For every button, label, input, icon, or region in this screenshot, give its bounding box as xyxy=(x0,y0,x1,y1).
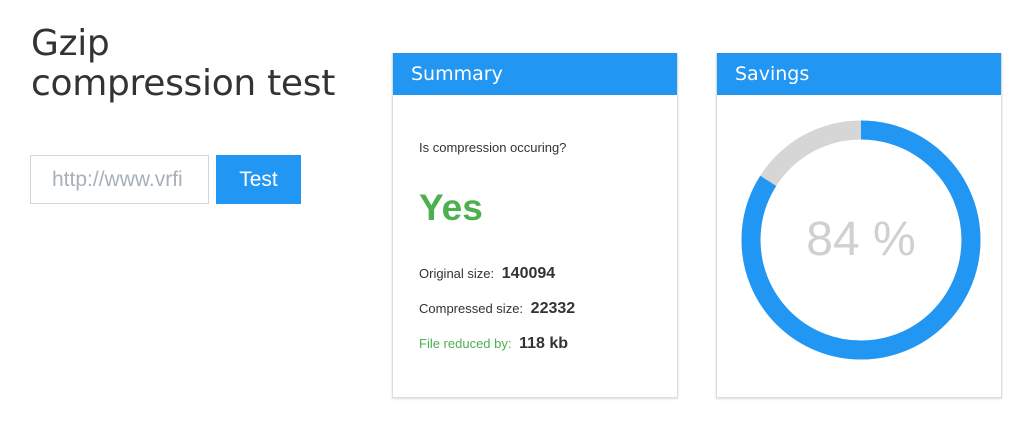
file-reduced-value: 118 kb xyxy=(519,335,569,352)
savings-percent: 84 % xyxy=(806,213,916,266)
compression-answer: Yes xyxy=(419,187,483,228)
summary-card: Summary Is compression occuring? Yes Ori… xyxy=(392,53,678,398)
url-input[interactable] xyxy=(30,155,209,204)
page: Gzip compression test Test Summary Is co… xyxy=(0,0,1017,427)
page-title: Gzip compression test xyxy=(31,24,335,104)
page-title-line2: compression test xyxy=(31,63,336,104)
original-size-value: 140094 xyxy=(501,265,556,282)
original-size-row: Original size: 140094 xyxy=(419,265,555,283)
test-button[interactable]: Test xyxy=(216,155,301,204)
page-title-line1: Gzip xyxy=(31,23,110,64)
compression-question: Is compression occuring? xyxy=(419,140,567,155)
summary-body: Is compression occuring? Yes Original si… xyxy=(393,95,677,398)
savings-card-header: Savings xyxy=(717,53,1001,95)
summary-card-header: Summary xyxy=(393,53,677,95)
file-reduced-label: File reduced by: xyxy=(419,336,512,351)
original-size-label: Original size: xyxy=(419,266,495,281)
compressed-size-label: Compressed size: xyxy=(419,301,524,316)
file-reduced-row: File reduced by: 118 kb xyxy=(419,335,568,353)
compressed-size-row: Compressed size: 22332 xyxy=(419,300,575,318)
savings-body: 84 % xyxy=(717,95,1001,398)
compressed-size-value: 22332 xyxy=(530,300,576,317)
savings-card: Savings 84 % xyxy=(716,53,1002,398)
